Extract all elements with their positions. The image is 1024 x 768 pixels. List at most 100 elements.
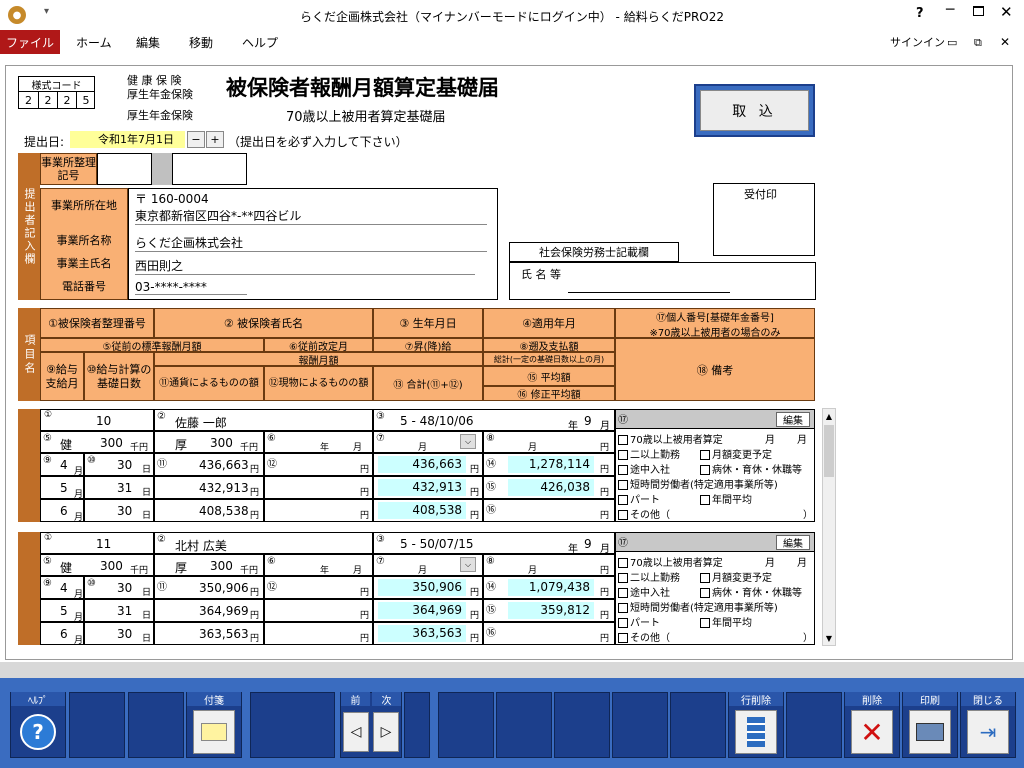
sticky-note-icon[interactable] xyxy=(193,710,235,754)
menu-file[interactable]: ファイル xyxy=(0,30,60,54)
apply-month-value[interactable]: 9 xyxy=(584,537,592,551)
checkbox-icon[interactable] xyxy=(618,510,628,520)
remark-checkbox-r5[interactable]: 病休・育休・休職等 xyxy=(700,584,802,599)
checkbox-icon[interactable] xyxy=(618,558,628,568)
grand-total-value[interactable]: 1,278,114 xyxy=(508,456,594,473)
vertical-scrollbar[interactable]: ▲ ▼ xyxy=(822,408,836,646)
pay-month-value[interactable]: 5 xyxy=(60,604,68,618)
pay-month-value[interactable]: 6 xyxy=(60,504,68,518)
address-value[interactable]: 東京都新宿区四谷*-**四谷ビル xyxy=(135,207,487,225)
delete-icon[interactable]: ✕ xyxy=(851,710,893,754)
birth-value[interactable]: 5 - 50/07/15 xyxy=(400,537,474,551)
cash-value[interactable]: 436,663 xyxy=(199,458,249,472)
close-window-icon[interactable]: ✕ xyxy=(1000,3,1013,21)
phone-value[interactable]: 03-****-**** xyxy=(135,280,247,295)
remark-checkbox-r1[interactable]: 70歳以上被用者算定 xyxy=(618,431,723,446)
checkbox-icon[interactable] xyxy=(618,480,628,490)
ribbon-minimize-icon[interactable]: ▭ xyxy=(947,36,957,49)
health-value[interactable]: 300 xyxy=(100,559,123,573)
base-days-value[interactable]: 30 xyxy=(117,458,132,472)
checkbox-icon[interactable] xyxy=(700,495,710,505)
base-days-value[interactable]: 30 xyxy=(117,627,132,641)
average-value[interactable]: 426,038 xyxy=(508,479,594,496)
health-value[interactable]: 300 xyxy=(100,436,123,450)
raise-dropdown-icon[interactable]: ⌵ xyxy=(460,434,476,449)
total-value[interactable]: 408,538 xyxy=(378,502,466,519)
grand-total-value[interactable]: 1,079,438 xyxy=(508,579,594,596)
scroll-down-icon[interactable]: ▼ xyxy=(823,631,835,645)
remark-checkbox-r7[interactable]: パート xyxy=(618,491,660,506)
remark-checkbox-r8[interactable]: 年間平均 xyxy=(700,491,752,506)
owner-value[interactable]: 西田則之 xyxy=(135,257,475,275)
checkbox-icon[interactable] xyxy=(618,435,628,445)
total-value[interactable]: 436,663 xyxy=(378,456,466,473)
checkbox-icon[interactable] xyxy=(618,495,628,505)
checkbox-icon[interactable] xyxy=(700,588,710,598)
help-circle-icon[interactable]: ? xyxy=(20,714,56,750)
pay-month-value[interactable]: 4 xyxy=(60,458,68,472)
office-id-input-1[interactable] xyxy=(97,153,152,185)
scroll-thumb[interactable] xyxy=(824,425,834,477)
checkbox-icon[interactable] xyxy=(700,618,710,628)
menu-move[interactable]: 移動 xyxy=(189,30,213,54)
base-days-value[interactable]: 30 xyxy=(117,504,132,518)
checkbox-icon[interactable] xyxy=(700,573,710,583)
menu-help[interactable]: ヘルプ xyxy=(242,30,278,54)
import-button-frame[interactable]: 取 込 xyxy=(694,84,815,137)
apply-month-value[interactable]: 9 xyxy=(584,414,592,428)
cash-value[interactable]: 350,906 xyxy=(199,581,249,595)
help-button[interactable]: ? xyxy=(916,6,924,21)
cash-value[interactable]: 432,913 xyxy=(199,481,249,495)
remark-checkbox-r4[interactable]: 途中入社 xyxy=(618,461,670,476)
remark-checkbox-r5[interactable]: 病休・育休・休職等 xyxy=(700,461,802,476)
cash-value[interactable]: 363,563 xyxy=(199,627,249,641)
exit-door-icon[interactable]: ⇥ xyxy=(967,710,1009,754)
checkbox-icon[interactable] xyxy=(618,450,628,460)
maximize-icon[interactable] xyxy=(973,6,984,16)
checkbox-icon[interactable] xyxy=(618,618,628,628)
edit-button[interactable]: 編集 xyxy=(776,412,810,427)
row-delete-icon[interactable] xyxy=(735,710,777,754)
total-value[interactable]: 363,563 xyxy=(378,625,466,642)
import-button[interactable]: 取 込 xyxy=(700,90,809,131)
checkbox-icon[interactable] xyxy=(618,465,628,475)
base-days-value[interactable]: 31 xyxy=(117,604,132,618)
scroll-up-icon[interactable]: ▲ xyxy=(823,409,835,423)
remark-checkbox-r3[interactable]: 月額変更予定 xyxy=(700,569,772,584)
average-value[interactable]: 359,812 xyxy=(508,602,594,619)
remark-checkbox-r9[interactable]: その他（ xyxy=(618,506,670,521)
zip-code[interactable]: 〒 160-0004 xyxy=(135,190,209,207)
restore-icon[interactable]: ⧉ xyxy=(974,36,982,50)
prev-arrow-icon[interactable]: ◁ xyxy=(343,712,369,752)
signin-link[interactable]: サインイン xyxy=(890,30,945,54)
pay-month-value[interactable]: 4 xyxy=(60,581,68,595)
remark-checkbox-r6[interactable]: 短時間労働者(特定適用事業所等) xyxy=(618,599,778,614)
office-id-input-2[interactable] xyxy=(172,153,247,185)
base-days-value[interactable]: 30 xyxy=(117,581,132,595)
checkbox-icon[interactable] xyxy=(618,573,628,583)
base-days-value[interactable]: 31 xyxy=(117,481,132,495)
checkbox-icon[interactable] xyxy=(618,588,628,598)
menu-home[interactable]: ホーム xyxy=(76,30,112,54)
remark-checkbox-r9[interactable]: その他（ xyxy=(618,629,670,644)
date-minus-button[interactable]: − xyxy=(187,131,205,148)
menu-edit[interactable]: 編集 xyxy=(136,30,160,54)
remark-checkbox-r1[interactable]: 70歳以上被用者算定 xyxy=(618,554,723,569)
printer-icon[interactable] xyxy=(909,710,951,754)
checkbox-icon[interactable] xyxy=(618,603,628,613)
cash-value[interactable]: 364,969 xyxy=(199,604,249,618)
date-plus-button[interactable]: + xyxy=(206,131,224,148)
pension-value[interactable]: 300 xyxy=(210,559,233,573)
total-value[interactable]: 350,906 xyxy=(378,579,466,596)
remark-checkbox-r6[interactable]: 短時間労働者(特定適用事業所等) xyxy=(618,476,778,491)
total-value[interactable]: 364,969 xyxy=(378,602,466,619)
minimize-icon[interactable]: ─ xyxy=(946,2,954,18)
pay-month-value[interactable]: 5 xyxy=(60,481,68,495)
remark-checkbox-r2[interactable]: 二以上勤務 xyxy=(618,569,680,584)
remark-checkbox-r8[interactable]: 年間平均 xyxy=(700,614,752,629)
remark-checkbox-r7[interactable]: パート xyxy=(618,614,660,629)
checkbox-icon[interactable] xyxy=(700,465,710,475)
insured-no-value[interactable]: 10 xyxy=(96,414,111,428)
remark-checkbox-r4[interactable]: 途中入社 xyxy=(618,584,670,599)
insured-name-value[interactable]: 北村 広美 xyxy=(175,537,227,554)
